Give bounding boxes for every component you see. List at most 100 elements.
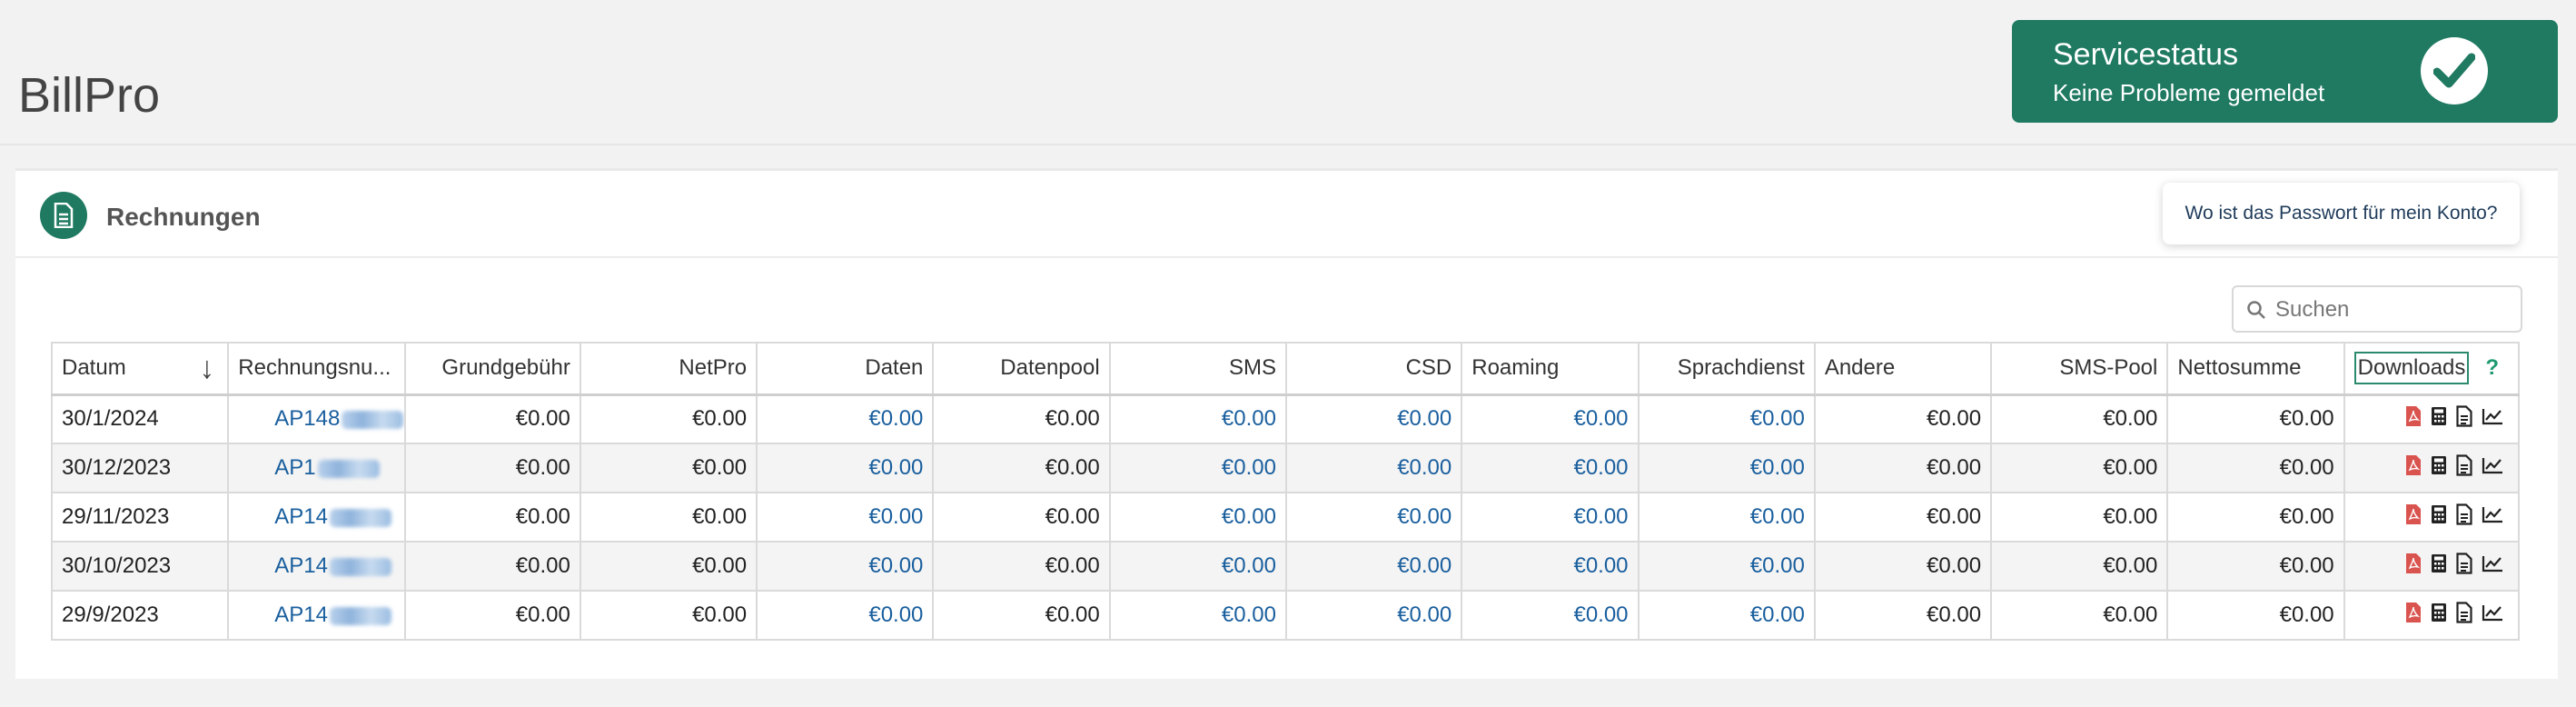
- column-header-datenpool[interactable]: Datenpool: [932, 342, 1111, 396]
- cell-sprach[interactable]: €0.00: [1637, 393, 1816, 444]
- file-text-icon[interactable]: [2456, 453, 2472, 483]
- column-header-csd[interactable]: CSD: [1284, 342, 1463, 396]
- table-row: 29/11/2023 AP14 €0.00 €0.00 €0.00 €0.00 €0.00 €…: [50, 492, 2521, 543]
- cell-nummer[interactable]: AP14: [227, 590, 406, 641]
- cell-daten[interactable]: €0.00: [756, 541, 935, 592]
- pdf-icon[interactable]: [2405, 503, 2422, 532]
- redacted-number: [330, 508, 391, 527]
- pdf-icon[interactable]: [2405, 454, 2422, 483]
- cell-netto: €0.00: [2166, 492, 2345, 543]
- search-icon: [2247, 301, 2265, 319]
- column-header-roaming[interactable]: Roaming: [1461, 342, 1640, 396]
- column-header-nettosumme[interactable]: Nettosumme: [2166, 342, 2345, 396]
- cell-csd[interactable]: €0.00: [1284, 443, 1463, 493]
- column-header-netpro[interactable]: NetPro: [579, 342, 758, 396]
- cell-sms[interactable]: €0.00: [1108, 590, 1287, 641]
- cell-sms[interactable]: €0.00: [1108, 541, 1287, 592]
- service-status-title: Servicestatus: [2053, 37, 2239, 72]
- invoice-number-link[interactable]: AP148: [274, 406, 340, 431]
- column-header-datum[interactable]: Datum ↓: [50, 342, 230, 396]
- file-text-icon[interactable]: [2456, 405, 2472, 433]
- password-help-button[interactable]: Wo ist das Passwort für mein Konto?: [2163, 183, 2520, 244]
- cell-nummer[interactable]: AP14: [227, 492, 406, 543]
- cell-grund: €0.00: [403, 590, 581, 641]
- cell-sms[interactable]: €0.00: [1108, 393, 1287, 444]
- pdf-icon[interactable]: [2405, 553, 2422, 581]
- cell-daten[interactable]: €0.00: [756, 443, 935, 493]
- invoices-panel: Rechnungen Wo ist das Passwort für mein …: [15, 168, 2558, 679]
- column-header-andere[interactable]: Andere: [1813, 342, 1993, 396]
- cell-datum: 29/11/2023: [50, 492, 230, 543]
- cell-roaming[interactable]: €0.00: [1461, 492, 1640, 543]
- table-header-row: Datum ↓ Rechnungsnu... Grundgebühr NetPro…: [50, 342, 2521, 396]
- cell-roaming[interactable]: €0.00: [1461, 590, 1640, 641]
- column-header-sms[interactable]: SMS: [1108, 342, 1287, 396]
- search-input[interactable]: [2275, 294, 2512, 325]
- cell-andere: €0.00: [1813, 541, 1993, 592]
- cell-csd[interactable]: €0.00: [1284, 492, 1463, 543]
- calculator-icon[interactable]: [2431, 602, 2447, 629]
- cell-sprach[interactable]: €0.00: [1637, 590, 1816, 641]
- cell-roaming[interactable]: €0.00: [1461, 443, 1640, 493]
- invoice-number-link[interactable]: AP14: [274, 553, 328, 578]
- cell-roaming[interactable]: €0.00: [1461, 541, 1640, 592]
- cell-downloads: [2343, 393, 2521, 444]
- redacted-number: [330, 606, 391, 625]
- search-field[interactable]: [2232, 285, 2522, 333]
- invoice-number-link[interactable]: AP14: [274, 602, 328, 627]
- file-text-icon[interactable]: [2456, 503, 2472, 532]
- calculator-icon[interactable]: [2431, 504, 2447, 531]
- cell-datum: 29/9/2023: [50, 590, 230, 641]
- file-text-icon[interactable]: [2456, 552, 2472, 581]
- file-text-icon[interactable]: [2456, 601, 2472, 630]
- cell-roaming[interactable]: €0.00: [1461, 393, 1640, 444]
- panel-header: Rechnungen Wo ist das Passwort für mein …: [15, 171, 2558, 258]
- line-chart-icon[interactable]: [2482, 455, 2503, 481]
- sort-down-icon[interactable]: ↓: [199, 351, 214, 386]
- calculator-icon[interactable]: [2431, 553, 2447, 580]
- column-header-downloads: Downloads?: [2343, 342, 2521, 396]
- invoice-number-link[interactable]: AP1: [274, 455, 315, 480]
- calculator-icon[interactable]: [2431, 406, 2447, 433]
- column-header-grundgebuehr[interactable]: Grundgebühr: [403, 342, 581, 396]
- cell-sms[interactable]: €0.00: [1108, 492, 1287, 543]
- cell-sprach[interactable]: €0.00: [1637, 541, 1816, 592]
- cell-grund: €0.00: [403, 443, 581, 493]
- cell-datenpool: €0.00: [932, 541, 1111, 592]
- cell-sprach[interactable]: €0.00: [1637, 443, 1816, 493]
- table-row: 30/1/2024 AP148 €0.00 €0.00 €0.00 €0.00 €0.00 €…: [50, 393, 2521, 444]
- invoices-table: Datum ↓ Rechnungsnu... Grundgebühr NetPro…: [50, 342, 2521, 641]
- line-chart-icon[interactable]: [2482, 553, 2503, 579]
- cell-datum: 30/1/2024: [50, 393, 230, 444]
- line-chart-icon[interactable]: [2482, 406, 2503, 432]
- help-icon[interactable]: ?: [2485, 355, 2499, 381]
- cell-daten[interactable]: €0.00: [756, 393, 935, 444]
- cell-netpro: €0.00: [579, 443, 758, 493]
- column-header-rechnungsnummer[interactable]: Rechnungsnu...: [227, 342, 406, 396]
- line-chart-icon[interactable]: [2482, 602, 2503, 628]
- cell-datenpool: €0.00: [932, 443, 1111, 493]
- cell-datenpool: €0.00: [932, 393, 1111, 444]
- cell-csd[interactable]: €0.00: [1284, 541, 1463, 592]
- pdf-icon[interactable]: [2405, 405, 2422, 433]
- cell-csd[interactable]: €0.00: [1284, 590, 1463, 641]
- cell-netpro: €0.00: [579, 541, 758, 592]
- downloads-header-label[interactable]: Downloads: [2353, 352, 2470, 385]
- cell-nummer[interactable]: AP1: [227, 443, 406, 493]
- cell-nummer[interactable]: AP148: [227, 393, 406, 444]
- column-header-daten[interactable]: Daten: [756, 342, 935, 396]
- line-chart-icon[interactable]: [2482, 504, 2503, 530]
- cell-daten[interactable]: €0.00: [756, 590, 935, 641]
- invoice-number-link[interactable]: AP14: [274, 504, 328, 529]
- column-header-sprachdienst[interactable]: Sprachdienst: [1637, 342, 1816, 396]
- cell-daten[interactable]: €0.00: [756, 492, 935, 543]
- cell-grund: €0.00: [403, 393, 581, 444]
- column-header-sms-pool[interactable]: SMS-Pool: [1990, 342, 2169, 396]
- cell-sprach[interactable]: €0.00: [1637, 492, 1816, 543]
- redacted-number: [342, 410, 403, 429]
- cell-sms[interactable]: €0.00: [1108, 443, 1287, 493]
- cell-csd[interactable]: €0.00: [1284, 393, 1463, 444]
- calculator-icon[interactable]: [2431, 455, 2447, 482]
- cell-nummer[interactable]: AP14: [227, 541, 406, 592]
- pdf-icon[interactable]: [2405, 602, 2422, 630]
